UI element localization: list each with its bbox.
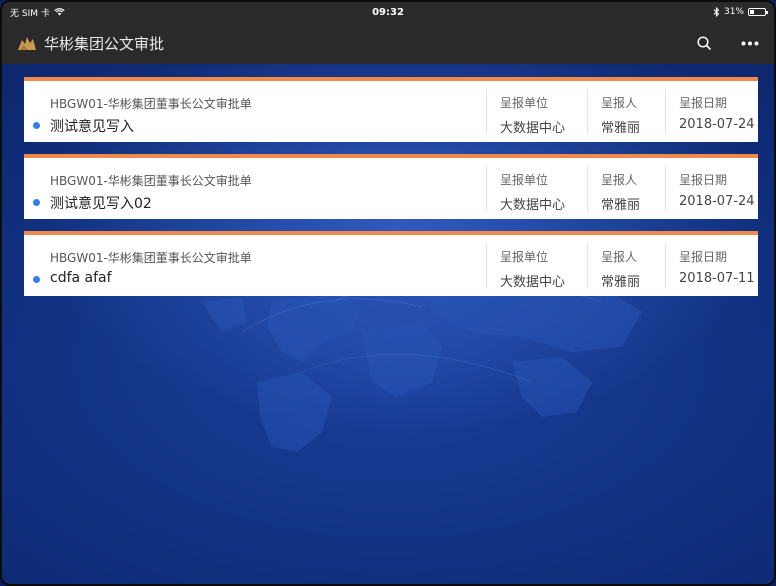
submit-unit-label: 呈报单位	[500, 173, 549, 187]
approval-item[interactable]: HBGW01-华彬集团董事长公文审批单 测试意见写入 呈报单位 大数据中心 呈报…	[24, 77, 758, 142]
battery-percent: 31%	[723, 7, 744, 17]
submitter-value: 常雅丽	[601, 121, 641, 136]
submit-date-value: 2018-07-11	[679, 271, 755, 286]
submitter-value: 常雅丽	[601, 275, 641, 290]
approval-list: HBGW01-华彬集团董事长公文审批单 测试意见写入 呈报单位 大数据中心 呈报…	[24, 77, 758, 308]
submit-unit-label: 呈报单位	[500, 250, 549, 264]
search-button[interactable]	[694, 33, 714, 53]
unread-dot-icon	[33, 199, 40, 206]
app-window: 无 SIM 卡 09:32 31% 华彬集团公文审批 HBGW01-华彬集团董事…	[0, 0, 776, 586]
submit-date-value: 2018-07-24	[679, 194, 755, 209]
form-type: HBGW01-华彬集团董事长公文审批单	[50, 174, 252, 188]
unread-dot-icon	[33, 122, 40, 129]
page-title: 华彬集团公文审批	[44, 34, 165, 53]
item-subject: 测试意见写入	[50, 119, 134, 135]
bluetooth-icon	[713, 7, 720, 17]
submit-date: 呈报日期 2018-07-24	[665, 166, 758, 211]
more-icon	[741, 41, 759, 45]
carrier-label: 无 SIM 卡	[10, 8, 50, 19]
submit-date-value: 2018-07-24	[679, 117, 755, 132]
unread-dot-icon	[33, 276, 40, 283]
submit-date: 呈报日期 2018-07-24	[665, 89, 758, 134]
submit-date: 呈报日期 2018-07-11	[665, 243, 758, 288]
submitter: 呈报人 常雅丽	[587, 166, 665, 213]
submit-unit: 呈报单位 大数据中心	[486, 243, 587, 290]
navigation-bar: 华彬集团公文审批	[2, 22, 774, 64]
submit-unit-value: 大数据中心	[500, 198, 566, 213]
item-subject: cdfa afaf	[50, 270, 112, 286]
submit-date-label: 呈报日期	[679, 173, 728, 187]
more-button[interactable]	[740, 33, 760, 53]
battery-icon	[748, 8, 768, 16]
item-main: HBGW01-华彬集团董事长公文审批单 cdfa afaf	[24, 235, 486, 296]
submitter: 呈报人 常雅丽	[587, 243, 665, 290]
submit-unit-label: 呈报单位	[500, 96, 549, 110]
submitter-label: 呈报人	[601, 96, 638, 110]
battery-level	[750, 10, 755, 14]
submitter-value: 常雅丽	[601, 198, 641, 213]
clock-time: 09:32	[372, 6, 404, 18]
submit-date-label: 呈报日期	[679, 250, 728, 264]
company-logo-icon	[18, 37, 36, 50]
form-type: HBGW01-华彬集团董事长公文审批单	[50, 251, 252, 265]
submitter: 呈报人 常雅丽	[587, 89, 665, 136]
status-left: 无 SIM 卡	[10, 6, 65, 19]
form-type: HBGW01-华彬集团董事长公文审批单	[50, 97, 252, 111]
submit-unit: 呈报单位 大数据中心	[486, 166, 587, 213]
submit-date-label: 呈报日期	[679, 96, 728, 110]
item-main: HBGW01-华彬集团董事长公文审批单 测试意见写入02	[24, 158, 486, 219]
submitter-label: 呈报人	[601, 250, 638, 264]
approval-item[interactable]: HBGW01-华彬集团董事长公文审批单 cdfa afaf 呈报单位 大数据中心…	[24, 231, 758, 296]
nav-actions	[694, 33, 760, 53]
status-bar: 无 SIM 卡 09:32 31%	[2, 2, 774, 22]
item-subject: 测试意见写入02	[50, 196, 152, 212]
wifi-icon	[54, 8, 65, 16]
approval-item[interactable]: HBGW01-华彬集团董事长公文审批单 测试意见写入02 呈报单位 大数据中心 …	[24, 154, 758, 219]
submit-unit-value: 大数据中心	[500, 121, 566, 136]
search-icon	[696, 35, 711, 50]
submit-unit-value: 大数据中心	[500, 275, 566, 290]
submit-unit: 呈报单位 大数据中心	[486, 89, 587, 136]
status-right: 31%	[713, 7, 768, 17]
item-main: HBGW01-华彬集团董事长公文审批单 测试意见写入	[24, 81, 486, 142]
submitter-label: 呈报人	[601, 173, 638, 187]
